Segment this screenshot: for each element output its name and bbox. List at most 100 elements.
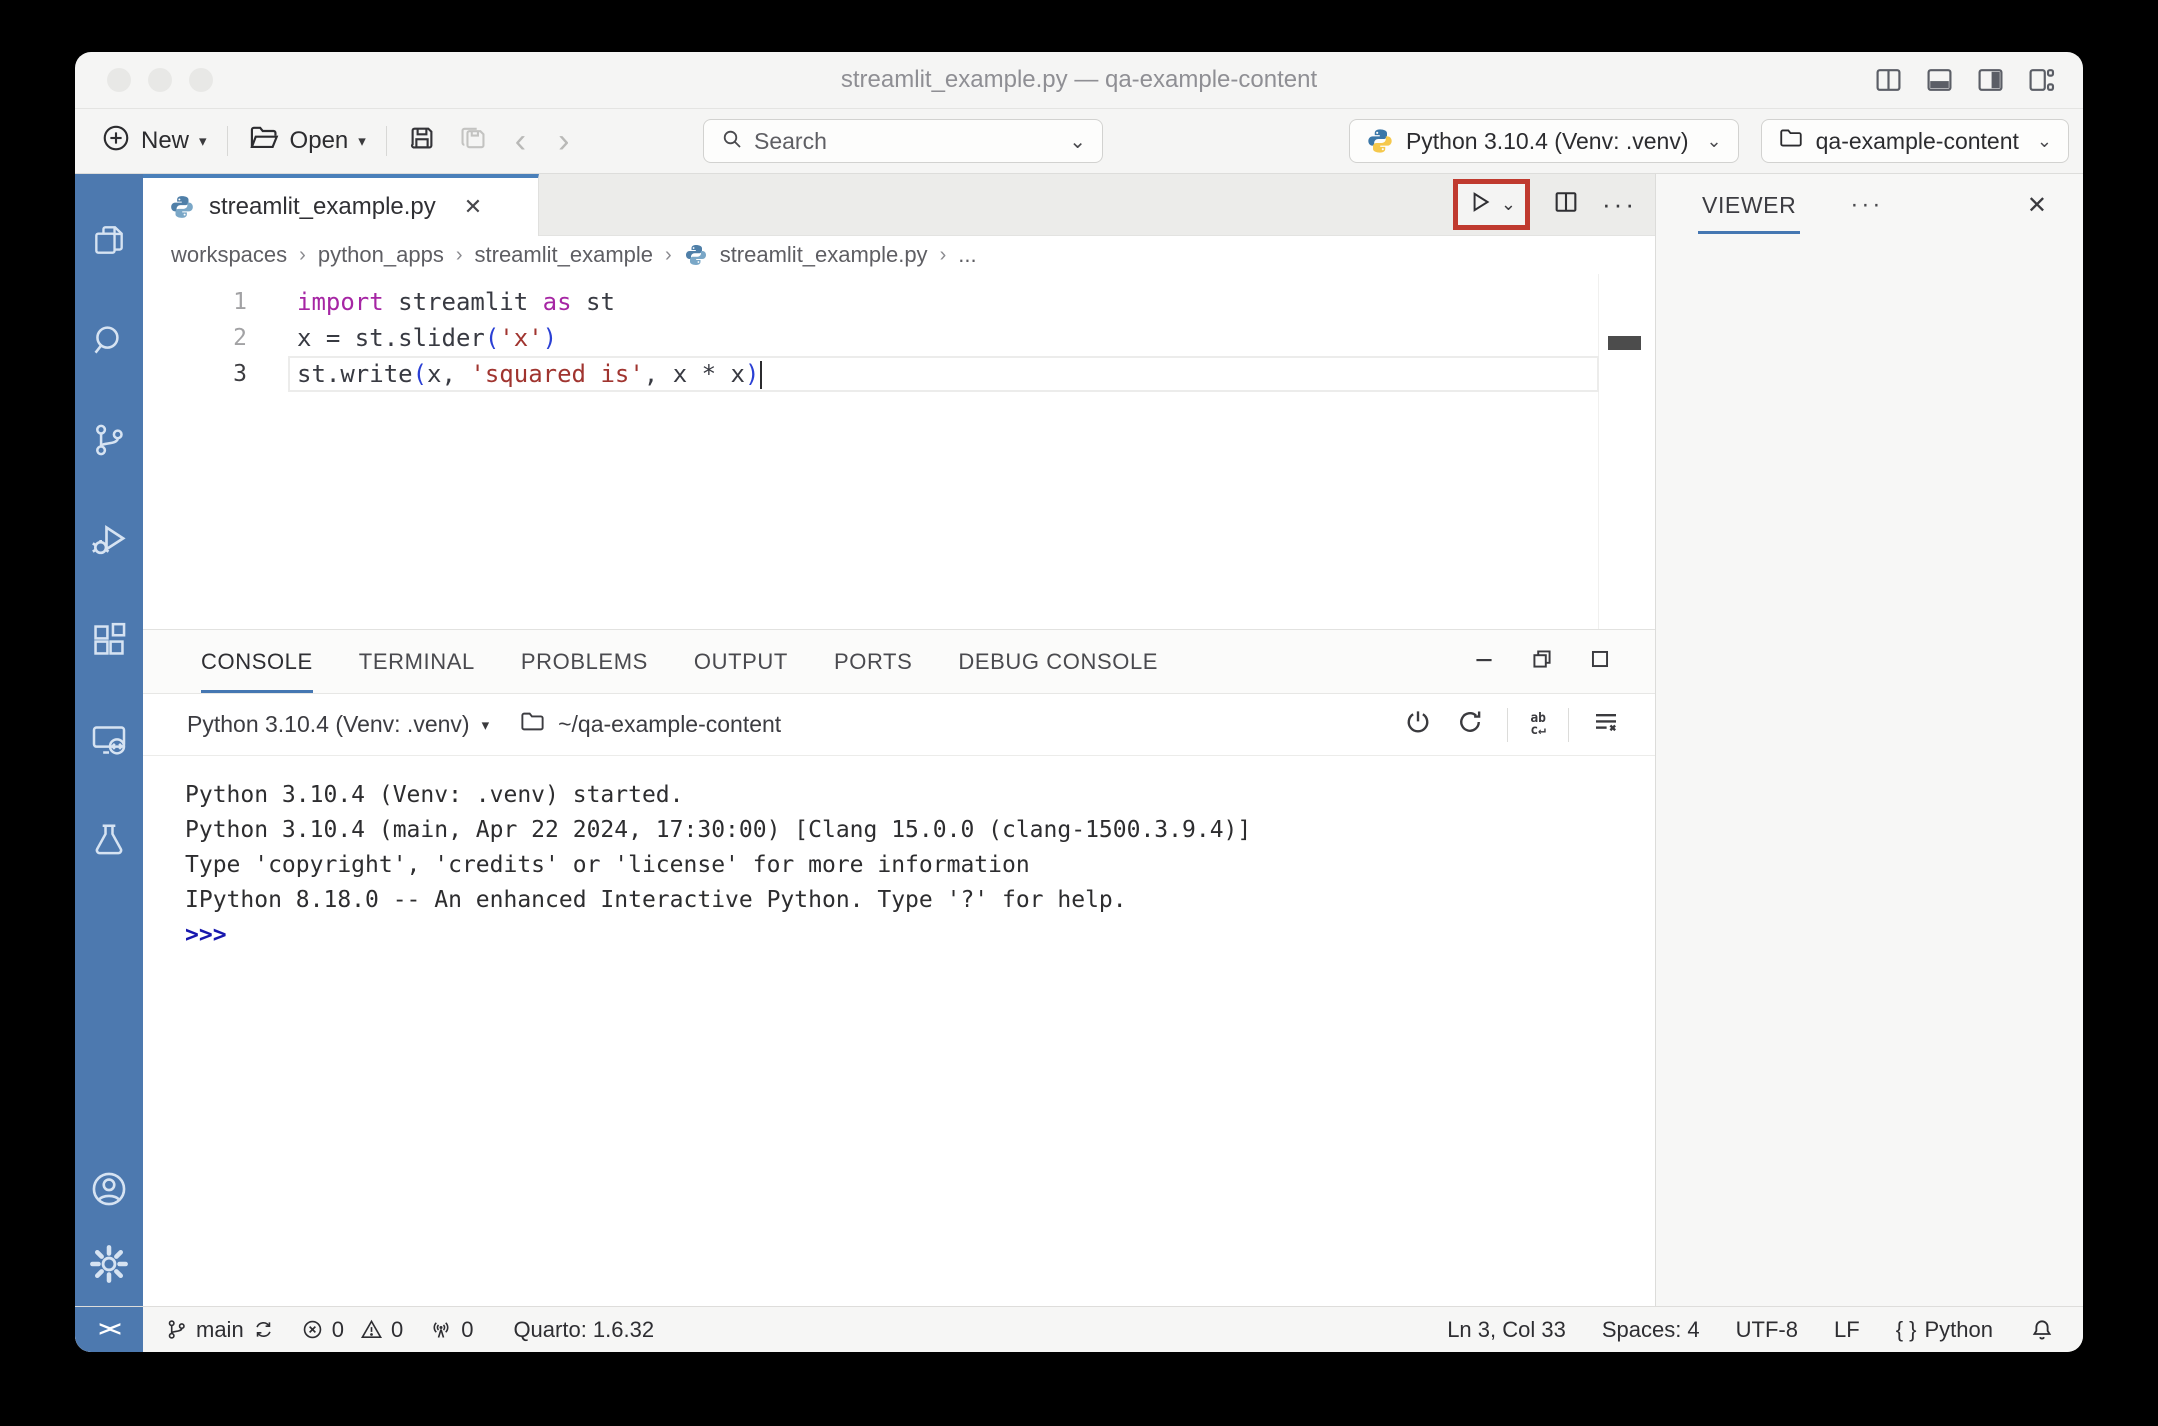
close-window-button[interactable] [107, 68, 131, 92]
open-button[interactable]: Open ▾ [248, 124, 366, 159]
remote-indicator[interactable]: >< [75, 1307, 143, 1352]
search-icon [720, 127, 744, 156]
source-control-icon[interactable] [75, 390, 143, 490]
tab-label: streamlit_example.py [209, 193, 436, 221]
save-all-icon[interactable] [457, 123, 489, 160]
indentation-indicator[interactable]: Spaces: 4 [1602, 1317, 1700, 1343]
explorer-icon[interactable] [75, 190, 143, 290]
console-interpreter-dropdown-icon: ▾ [482, 716, 490, 734]
language-mode-indicator[interactable]: { } Python [1896, 1317, 1993, 1343]
run-dropdown-icon[interactable]: ⌄ [1501, 194, 1516, 215]
forwarded-ports-indicator[interactable]: 0 [429, 1317, 473, 1343]
console-interpreter-label: Python 3.10.4 (Venv: .venv) [187, 711, 470, 738]
encoding-indicator[interactable]: UTF-8 [1736, 1317, 1798, 1343]
customize-layout-icon[interactable] [2028, 68, 2055, 92]
viewer-close-icon[interactable]: ✕ [2027, 191, 2047, 220]
viewer-tab[interactable]: VIEWER [1698, 177, 1800, 234]
eol-indicator[interactable]: LF [1834, 1317, 1860, 1343]
split-editor-icon[interactable] [1552, 188, 1580, 221]
console-output-line: Type 'copyright', 'credits' or 'license'… [185, 848, 1635, 883]
braces-icon: { } [1896, 1317, 1917, 1343]
run-file-play-icon[interactable] [1467, 189, 1493, 220]
run-and-debug-icon[interactable] [75, 490, 143, 590]
settings-gear-icon[interactable] [88, 1243, 130, 1290]
search-dropdown-icon[interactable]: ⌄ [1069, 129, 1086, 154]
testing-icon[interactable] [75, 790, 143, 890]
breadcrumb-separator: › [299, 244, 306, 267]
word-wrap-icon[interactable]: ab c↵ [1530, 713, 1546, 737]
warnings-count: 0 [391, 1317, 403, 1343]
working-directory: ~/qa-example-content [519, 708, 781, 741]
panel-tab-problems[interactable]: PROBLEMS [521, 630, 648, 693]
bottom-panel: CONSOLE TERMINAL PROBLEMS OUTPUT PORTS DEBUG … [143, 629, 1655, 1306]
project-selector[interactable]: qa-example-content ⌄ [1761, 119, 2069, 163]
minimize-window-button[interactable] [148, 68, 172, 92]
code-line[interactable]: 2 x = st.slider('x') [143, 320, 1655, 356]
editor-group: streamlit_example.py ✕ ⌄ ··· [143, 174, 1655, 1306]
code-line[interactable]: 1 import streamlit as st [143, 284, 1655, 320]
interpreter-dropdown-icon: ⌄ [1707, 131, 1722, 152]
breadcrumb-item[interactable]: streamlit_example.py [720, 242, 928, 268]
toolbar-divider [227, 126, 228, 156]
python-logo-icon [1366, 127, 1394, 155]
remote-sessions-icon[interactable] [75, 690, 143, 790]
quarto-version-label: Quarto: 1.6.32 [513, 1317, 654, 1343]
zoom-window-button[interactable] [189, 68, 213, 92]
editor-more-actions-icon[interactable]: ··· [1602, 189, 1637, 220]
errors-count: 0 [332, 1317, 344, 1343]
git-branch-indicator[interactable]: main [165, 1317, 275, 1343]
restore-panel-icon[interactable] [1529, 646, 1555, 677]
breadcrumb-item[interactable]: ... [958, 242, 976, 268]
search-sidebar-icon[interactable] [75, 290, 143, 390]
clear-console-icon[interactable] [1591, 707, 1621, 743]
panel-tab-debug-console[interactable]: DEBUG CONSOLE [958, 630, 1158, 693]
search-input[interactable]: Search ⌄ [703, 119, 1103, 163]
navigate-forward-icon[interactable]: › [552, 124, 575, 158]
panel-tab-console[interactable]: CONSOLE [201, 630, 313, 693]
plus-circle-icon [101, 123, 131, 160]
viewer-header: VIEWER ··· ✕ [1656, 174, 2083, 236]
code-line[interactable]: 3st.write(x, 'squared is', x * x) [143, 356, 1655, 392]
code-text: import streamlit as st [297, 288, 615, 316]
panel-tab-bar: CONSOLE TERMINAL PROBLEMS OUTPUT PORTS DEBUG … [143, 630, 1655, 694]
cursor-position-indicator[interactable]: Ln 3, Col 33 [1447, 1317, 1566, 1343]
shutdown-console-icon[interactable] [1403, 707, 1433, 743]
notifications-bell-icon[interactable] [2029, 1317, 2055, 1343]
quarto-indicator[interactable]: Quarto: 1.6.32 [513, 1317, 654, 1343]
toggle-primary-sidebar-icon[interactable] [1875, 68, 1902, 92]
save-icon[interactable] [407, 123, 437, 160]
problems-indicator[interactable]: 0 0 [301, 1317, 404, 1343]
line-number: 1 [143, 289, 247, 315]
console-toolbar-divider [1568, 708, 1569, 742]
panel-tab-output[interactable]: OUTPUT [694, 630, 788, 693]
console-interpreter-selector[interactable]: Python 3.10.4 (Venv: .venv) ▾ [187, 711, 489, 738]
interpreter-selector[interactable]: Python 3.10.4 (Venv: .venv) ⌄ [1349, 119, 1739, 163]
breadcrumb-item[interactable]: workspaces [171, 242, 287, 268]
restart-console-icon[interactable] [1455, 707, 1485, 743]
panel-tab-ports[interactable]: PORTS [834, 630, 912, 693]
breadcrumb-item[interactable]: python_apps [318, 242, 444, 268]
git-branch-icon [165, 1318, 188, 1341]
console-output-line: Python 3.10.4 (main, Apr 22 2024, 17:30:… [185, 813, 1635, 848]
maximize-panel-icon[interactable] [1587, 646, 1613, 677]
app-window: streamlit_example.py — qa-example-conten… [75, 52, 2083, 1352]
errors-icon [301, 1318, 324, 1341]
panel-tab-terminal[interactable]: TERMINAL [359, 630, 475, 693]
new-button[interactable]: New ▾ [101, 123, 207, 160]
code-editor[interactable]: 1 import streamlit as st 2 x = st.slider('x… [143, 274, 1655, 629]
account-icon[interactable] [88, 1168, 130, 1215]
toggle-panel-icon[interactable] [1926, 68, 1953, 92]
console-output[interactable]: Python 3.10.4 (Venv: .venv) started.Pyth… [143, 756, 1655, 1306]
extensions-icon[interactable] [75, 590, 143, 690]
viewer-more-actions-icon[interactable]: ··· [1850, 191, 1883, 219]
new-button-label: New [141, 127, 189, 155]
tab-close-icon[interactable]: ✕ [464, 194, 482, 220]
breadcrumb-item[interactable]: streamlit_example [475, 242, 654, 268]
navigate-back-icon[interactable]: ‹ [509, 124, 532, 158]
toggle-secondary-sidebar-icon[interactable] [1977, 68, 2004, 92]
line-number: 2 [143, 325, 247, 351]
tab-streamlit-example[interactable]: streamlit_example.py ✕ [143, 174, 539, 236]
code-text: x = st.slider('x') [297, 324, 557, 352]
minimize-panel-icon[interactable] [1471, 646, 1497, 677]
breadcrumb-separator: › [665, 244, 672, 267]
